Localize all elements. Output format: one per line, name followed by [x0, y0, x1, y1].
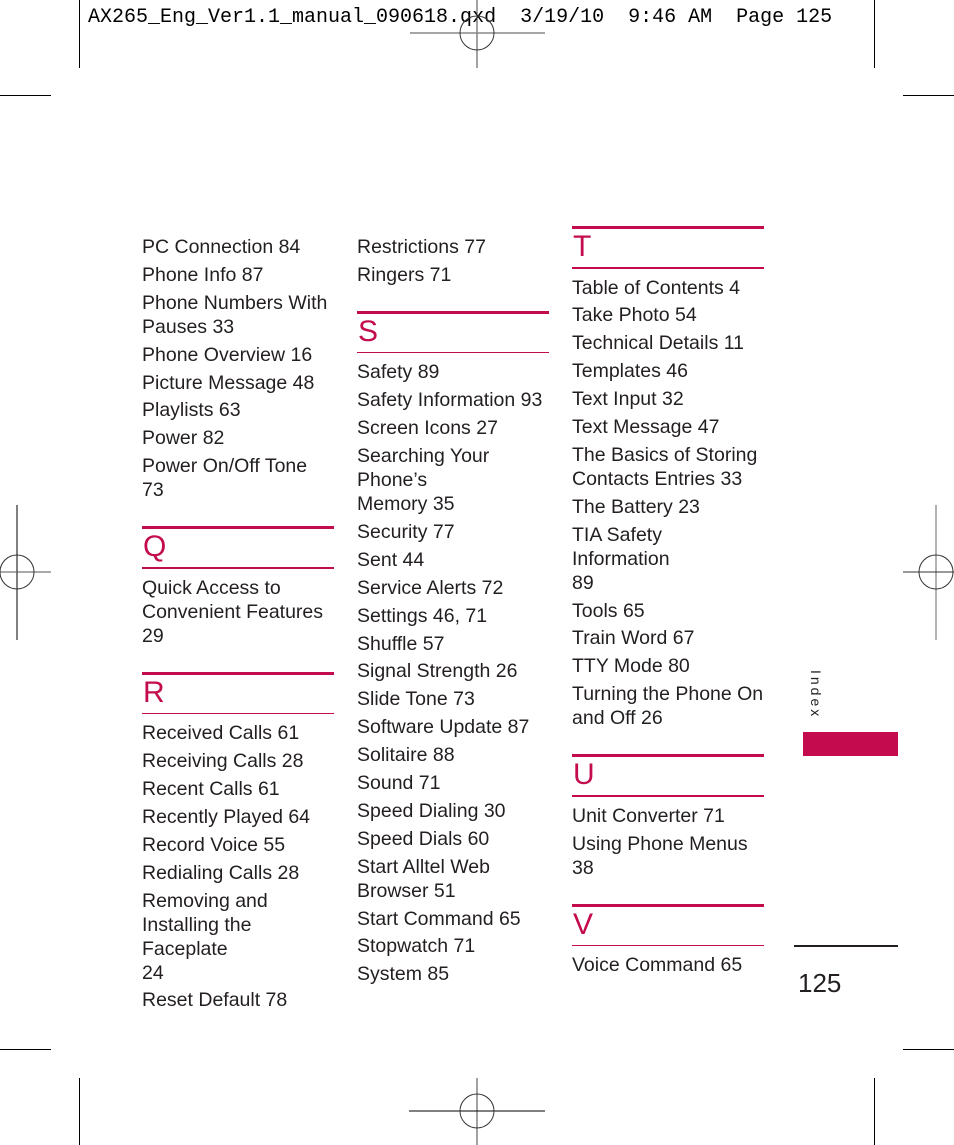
index-entry: Solitaire 88: [357, 744, 455, 767]
index-entry: Start Alltel Web Browser 51: [357, 855, 490, 902]
crop-mark: [903, 95, 954, 96]
index-entry: Voice Command 65: [572, 954, 743, 977]
index-entry: Turning the Phone On and Off 26: [572, 683, 764, 730]
index-section-t: T Table of Contents 4 Take Photo 54 Technic…: [572, 226, 764, 730]
footer-rule: [794, 945, 898, 947]
index-entry: Train Word 67: [572, 627, 695, 650]
section-letter-heading: Q: [143, 530, 167, 564]
crop-mark: [903, 1049, 954, 1050]
index-entry: Playlists 63: [142, 399, 241, 422]
index-entry: Unit Converter 71: [572, 804, 725, 827]
section-bottom-rule: [142, 712, 334, 715]
registration-mark-left: [0, 505, 51, 640]
index-entry: Text Message 47: [572, 415, 720, 438]
index-entry: Slide Tone 73: [357, 688, 475, 711]
index-section-v: V Voice Command 65: [572, 903, 764, 978]
crop-mark: [79, 0, 80, 68]
section-bottom-rule: [142, 567, 334, 569]
section-letter-heading: S: [358, 314, 379, 348]
section-bottom-rule: [572, 944, 764, 947]
index-entry: Service Alerts 72: [357, 576, 504, 599]
side-tab-text: Index: [808, 670, 824, 720]
index-entry: Ringers 71: [357, 263, 452, 286]
side-tab-marker: [803, 732, 898, 756]
index-section-s: S Safety 89 Safety Information 93 Screen Ic…: [357, 310, 549, 986]
index-entry: Recently Played 64: [142, 805, 311, 828]
index-section-q: Q Quick Access to Convenient Features 29: [142, 526, 334, 648]
index-entry: Recent Calls 61: [142, 778, 280, 801]
registration-mark-bottom: [409, 1078, 545, 1145]
registration-mark-top: [410, 0, 545, 68]
index-entry: Power 82: [142, 427, 225, 450]
section-bottom-rule: [357, 351, 549, 354]
index-entry: Speed Dialing 30: [357, 799, 506, 822]
crop-mark: [0, 1049, 51, 1050]
index-entry: Using Phone Menus 38: [572, 832, 748, 879]
crop-mark: [79, 1078, 80, 1145]
registration-mark-right: [903, 505, 954, 640]
index-section-u: U Unit Converter 71 Using Phone Menus 38: [572, 754, 764, 879]
index-entry: Text Input 32: [572, 388, 684, 411]
index-entry: Picture Message 48: [142, 371, 315, 394]
index-column-1: PC Connection 84 Phone Info 87 Phone Numbe…: [142, 235, 334, 1016]
index-entry: Templates 46: [572, 360, 688, 383]
index-section-r: R Received Calls 61 Receiving Calls 28 Rece…: [142, 671, 334, 1013]
index-entry: Software Update 87: [357, 716, 530, 739]
section-letter-heading: U: [573, 758, 595, 792]
index-entry: The Basics of Storing Contacts Entries 3…: [572, 443, 758, 490]
index-entry: Sound 71: [357, 771, 441, 794]
index-entry: Record Voice 55: [142, 833, 286, 856]
index-entry: Safety Information 93: [357, 389, 543, 412]
index-entry: Receiving Calls 28: [142, 750, 304, 773]
index-entry: TTY Mode 80: [572, 655, 690, 678]
index-entry: Searching Your Phone’s Memory 35: [357, 445, 490, 516]
index-entry: Received Calls 61: [142, 722, 300, 745]
index-entry: TIA Safety Information 89: [572, 523, 670, 594]
index-entry: Take Photo 54: [572, 304, 697, 327]
index-entry: Security 77: [357, 520, 455, 543]
index-entry: Removing and Installing the Faceplate 24: [142, 889, 268, 984]
index-entry: Sent 44: [357, 548, 425, 571]
crop-mark: [874, 0, 875, 68]
index-entry: Speed Dials 60: [357, 827, 490, 850]
index-entry: PC Connection 84: [142, 236, 301, 258]
index-entry: Redialing Calls 28: [142, 861, 300, 884]
index-entry: Phone Numbers With Pauses 33: [142, 291, 328, 338]
crop-mark: [0, 95, 51, 96]
section-letter-heading: T: [573, 230, 592, 263]
index-entry: Phone Info 87: [142, 263, 264, 286]
index-entry: Restrictions 77: [357, 236, 486, 258]
index-entry: Start Command 65: [357, 907, 521, 930]
index-entry: Quick Access to Convenient Features 29: [142, 576, 324, 647]
index-entry: Reset Default 78: [142, 989, 288, 1012]
section-bottom-rule: [572, 267, 764, 269]
section-letter-heading: R: [143, 675, 165, 709]
index-entry: Phone Overview 16: [142, 343, 313, 366]
side-tab-label: Index: [806, 670, 826, 730]
index-entry: Technical Details 11: [572, 332, 744, 355]
index-column-3: T Table of Contents 4 Take Photo 54 Technic…: [572, 226, 764, 981]
section-letter-heading: V: [573, 907, 594, 941]
index-entry: System 85: [357, 963, 450, 986]
index-entry: The Battery 23: [572, 495, 700, 518]
page-number: 125: [798, 968, 842, 998]
index-entry: Safety 89: [357, 361, 440, 384]
index-entry: Power On/Off Tone 73: [142, 455, 308, 502]
index-column-2: Restrictions 77 Ringers 71 S Safety 89 Safet…: [357, 235, 549, 990]
index-entry: Table of Contents 4: [572, 276, 741, 299]
index-entry: Signal Strength 26: [357, 660, 518, 683]
section-bottom-rule: [572, 795, 764, 797]
index-entry: Screen Icons 27: [357, 417, 498, 440]
crop-mark: [874, 1078, 875, 1145]
index-entry: Stopwatch 71: [357, 935, 476, 958]
index-entry: Shuffle 57: [357, 632, 445, 655]
index-entry: Tools 65: [572, 599, 645, 622]
index-entry: Settings 46, 71: [357, 604, 488, 627]
